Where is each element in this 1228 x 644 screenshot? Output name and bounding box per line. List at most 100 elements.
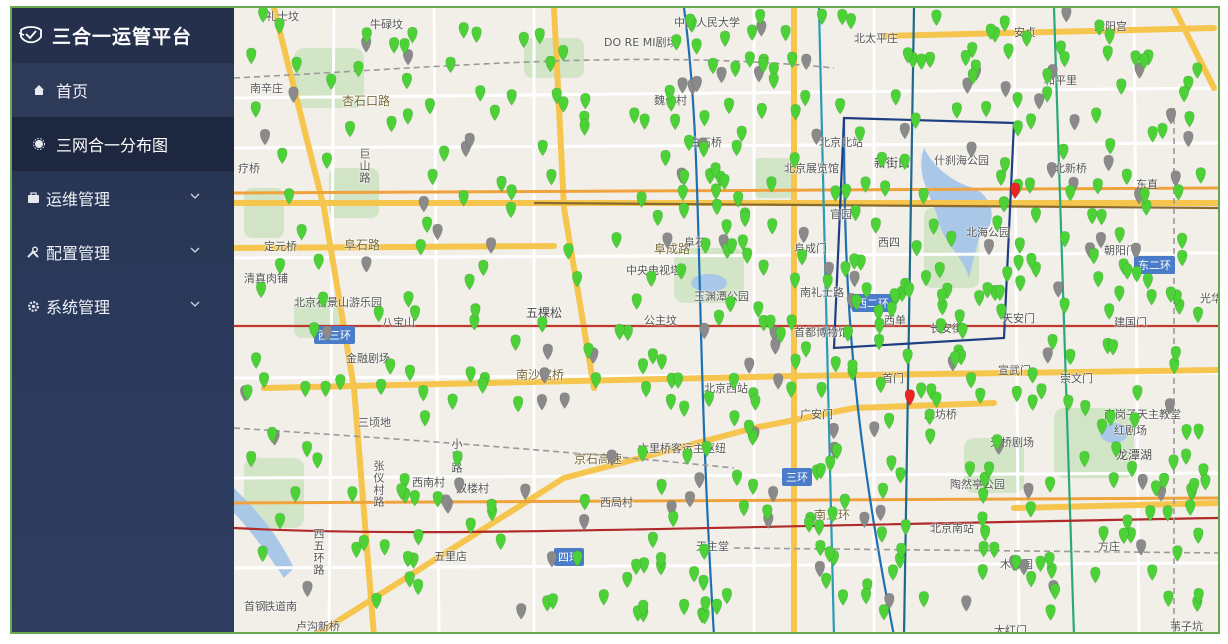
online-device-marker[interactable] <box>850 204 861 222</box>
online-device-marker[interactable] <box>1129 412 1140 429</box>
online-device-marker[interactable] <box>1121 168 1132 186</box>
online-device-marker[interactable] <box>1116 78 1127 96</box>
offline-device-marker[interactable] <box>744 357 755 375</box>
online-device-marker[interactable] <box>413 578 424 596</box>
offline-device-marker[interactable] <box>677 77 688 94</box>
offline-device-marker[interactable] <box>849 270 860 288</box>
online-device-marker[interactable] <box>545 55 556 73</box>
online-device-marker[interactable] <box>1093 271 1104 288</box>
online-device-marker[interactable] <box>1013 254 1024 272</box>
online-device-marker[interactable] <box>822 273 833 291</box>
online-device-marker[interactable] <box>1162 505 1173 522</box>
online-device-marker[interactable] <box>875 376 886 394</box>
online-device-marker[interactable] <box>876 151 888 169</box>
online-device-marker[interactable] <box>495 533 506 551</box>
online-device-marker[interactable] <box>711 598 723 616</box>
online-device-marker[interactable] <box>699 543 710 561</box>
offline-device-marker[interactable] <box>259 128 271 146</box>
online-device-marker[interactable] <box>344 120 356 138</box>
online-device-marker[interactable] <box>274 512 286 530</box>
online-device-marker[interactable] <box>1092 178 1103 195</box>
online-device-marker[interactable] <box>274 257 286 275</box>
offline-device-marker[interactable] <box>418 195 429 213</box>
online-device-marker[interactable] <box>729 410 740 427</box>
online-device-marker[interactable] <box>678 598 690 616</box>
online-device-marker[interactable] <box>787 51 798 69</box>
online-device-marker[interactable] <box>700 237 711 255</box>
online-device-marker[interactable] <box>753 301 764 318</box>
online-device-marker[interactable] <box>719 173 730 191</box>
chevron-down-icon[interactable] <box>190 301 200 307</box>
online-device-marker[interactable] <box>1065 184 1076 202</box>
offline-device-marker[interactable] <box>1046 161 1057 179</box>
chevron-down-icon[interactable] <box>190 247 200 253</box>
sidebar-item-system-management[interactable]: 系统管理 <box>12 279 234 333</box>
online-device-marker[interactable] <box>320 380 331 398</box>
online-device-marker[interactable] <box>789 152 800 169</box>
online-device-marker[interactable] <box>731 139 742 157</box>
online-device-marker[interactable] <box>445 56 456 74</box>
online-device-marker[interactable] <box>1012 91 1023 109</box>
online-device-marker[interactable] <box>813 519 825 537</box>
online-device-marker[interactable] <box>730 60 741 78</box>
online-device-marker[interactable] <box>925 428 936 446</box>
online-device-marker[interactable] <box>290 485 301 503</box>
online-device-marker[interactable] <box>1185 499 1196 517</box>
offline-device-marker[interactable] <box>684 491 696 508</box>
online-device-marker[interactable] <box>1030 207 1042 224</box>
offline-device-marker[interactable] <box>559 392 570 410</box>
offline-device-marker[interactable] <box>1137 473 1148 491</box>
online-device-marker[interactable] <box>839 493 850 511</box>
online-device-marker[interactable] <box>246 47 257 65</box>
online-device-marker[interactable] <box>300 380 311 398</box>
online-device-marker[interactable] <box>946 230 957 248</box>
online-device-marker[interactable] <box>886 455 897 472</box>
online-device-marker[interactable] <box>296 223 307 241</box>
online-device-marker[interactable] <box>1178 85 1190 103</box>
online-device-marker[interactable] <box>409 305 421 322</box>
offline-device-marker[interactable] <box>859 511 870 529</box>
online-device-marker[interactable] <box>677 184 688 202</box>
online-device-marker[interactable] <box>860 176 871 193</box>
online-device-marker[interactable] <box>631 293 642 310</box>
online-device-marker[interactable] <box>978 487 989 505</box>
offline-device-marker[interactable] <box>770 338 781 355</box>
online-device-marker[interactable] <box>402 108 413 125</box>
online-device-marker[interactable] <box>558 96 569 113</box>
online-device-marker[interactable] <box>452 450 463 468</box>
online-device-marker[interactable] <box>419 410 431 427</box>
online-device-marker[interactable] <box>886 301 897 319</box>
online-device-marker[interactable] <box>447 393 458 411</box>
offline-device-marker[interactable] <box>536 394 548 411</box>
online-device-marker[interactable] <box>874 317 885 335</box>
online-device-marker[interactable] <box>978 540 989 558</box>
online-device-marker[interactable] <box>816 381 827 399</box>
online-device-marker[interactable] <box>1042 68 1053 85</box>
online-device-marker[interactable] <box>579 493 590 511</box>
offline-device-marker[interactable] <box>1053 281 1064 298</box>
online-device-marker[interactable] <box>636 191 647 208</box>
online-device-marker[interactable] <box>1088 247 1099 265</box>
online-device-marker[interactable] <box>646 270 657 288</box>
online-device-marker[interactable] <box>371 592 382 610</box>
online-device-marker[interactable] <box>931 391 942 409</box>
online-device-marker[interactable] <box>351 541 362 559</box>
online-device-marker[interactable] <box>283 188 295 205</box>
online-device-marker[interactable] <box>895 467 906 484</box>
online-device-marker[interactable] <box>1026 570 1037 588</box>
online-device-marker[interactable] <box>1063 394 1074 412</box>
online-device-marker[interactable] <box>656 478 667 496</box>
online-device-marker[interactable] <box>842 325 854 343</box>
online-device-marker[interactable] <box>1147 564 1158 581</box>
online-device-marker[interactable] <box>746 24 758 42</box>
online-device-marker[interactable] <box>1173 184 1184 201</box>
online-device-marker[interactable] <box>768 72 779 90</box>
online-device-marker[interactable] <box>1025 113 1037 130</box>
online-device-marker[interactable] <box>701 440 712 458</box>
online-device-marker[interactable] <box>312 452 323 469</box>
online-device-marker[interactable] <box>911 239 922 257</box>
online-device-marker[interactable] <box>678 202 690 220</box>
online-device-marker[interactable] <box>326 73 337 91</box>
offline-device-marker[interactable] <box>288 86 299 104</box>
online-device-marker[interactable] <box>719 30 731 48</box>
